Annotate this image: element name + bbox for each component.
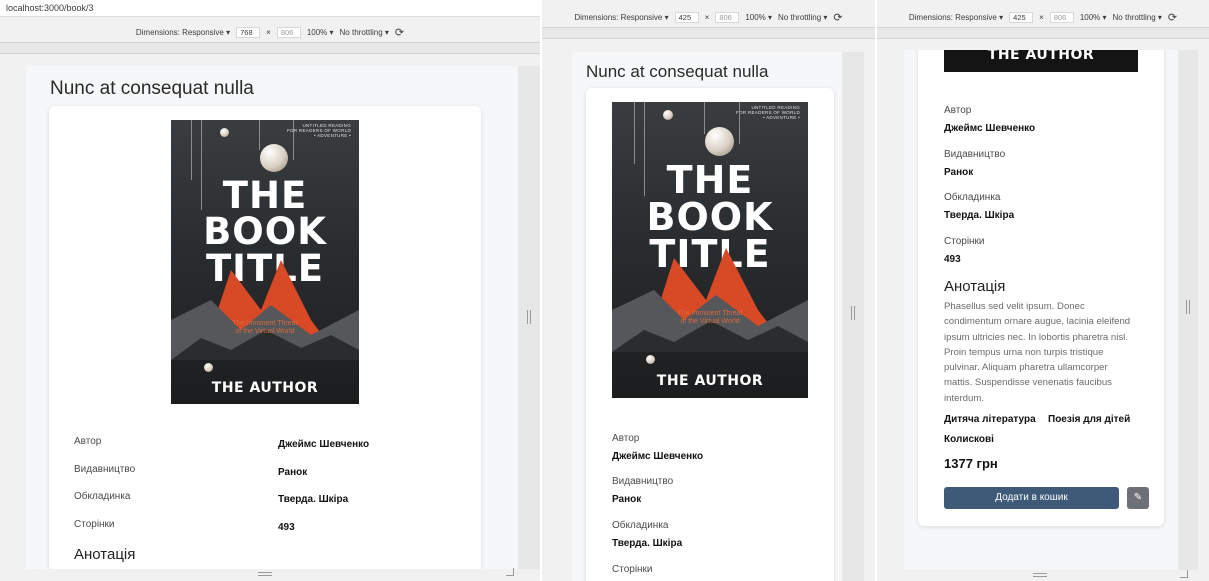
viewport: Nunc at consequat nulla UNTITLED READING…	[26, 66, 518, 569]
device-toolbar: Dimensions: Responsive ▾ 425 × 806 100% …	[877, 10, 1209, 25]
throttling-select[interactable]: No throttling ▾	[1113, 13, 1162, 22]
detail-label-publisher: Видавництво	[944, 149, 1006, 160]
genre-tag[interactable]: Колискові	[944, 434, 994, 445]
resize-corner[interactable]	[506, 568, 514, 576]
edit-button[interactable]: ✎	[1127, 487, 1149, 509]
height-input[interactable]: 806	[1049, 12, 1074, 23]
viewport: THE AUTHOR Автор Джеймс Шевченко Видавни…	[904, 50, 1178, 570]
pencil-icon: ✎	[1133, 492, 1143, 503]
book-card: UNTITLED READING FOR READERS OF WORLD • AD…	[586, 88, 834, 581]
devtools-panel-3: Dimensions: Responsive ▾ 425 × 806 100% …	[877, 0, 1209, 581]
sphere-decoration	[663, 110, 673, 120]
detail-value-pages: 493	[278, 522, 295, 533]
detail-label-pages: Сторінки	[612, 564, 653, 575]
width-input[interactable]: 425	[1009, 12, 1034, 23]
resize-handle-bottom[interactable]	[258, 572, 272, 576]
dimensions-select[interactable]: Dimensions: Responsive ▾	[136, 28, 230, 37]
detail-label-author: Автор	[612, 433, 640, 444]
detail-value-cover: Тверда. Шкіра	[278, 494, 349, 505]
devtools-panel-2: Dimensions: Responsive ▾ 425 × 806 100% …	[542, 0, 875, 581]
annotation-text: Phasellus sed velit ipsum. Donec condime…	[944, 301, 1131, 404]
book-card: THE AUTHOR Автор Джеймс Шевченко Видавни…	[918, 50, 1164, 526]
rotate-icon[interactable]: ⟳	[833, 11, 842, 24]
detail-label-pages: Сторінки	[74, 519, 115, 530]
times-sign: ×	[1039, 13, 1044, 22]
cover-subtitle: The Imminent Threat of the Virtual World	[677, 310, 743, 325]
cover-author: THE AUTHOR	[987, 50, 1095, 63]
detail-label-cover: Обкладинка	[944, 192, 1001, 203]
sphere-decoration	[705, 127, 734, 156]
book-cover: UNTITLED READING FOR READERS OF WORLD • AD…	[171, 120, 359, 404]
annotation-heading: Анотація	[74, 546, 136, 563]
book-cover: UNTITLED READING FOR READERS OF WORLD • AD…	[612, 102, 808, 398]
detail-label-cover: Обкладинка	[612, 520, 669, 531]
sphere-decoration	[220, 128, 229, 137]
devtools-panel-1: localhost:3000/book/3 Dimensions: Respon…	[0, 0, 540, 581]
detail-value-publisher: Ранок	[278, 467, 308, 478]
dimensions-select[interactable]: Dimensions: Responsive ▾	[574, 13, 668, 22]
width-input[interactable]: 768	[236, 27, 261, 38]
times-sign: ×	[266, 28, 271, 37]
viewport: Nunc at consequat nulla UNTITLED READING…	[572, 52, 860, 581]
height-input[interactable]: 806	[276, 27, 301, 38]
media-query-ruler	[0, 42, 540, 54]
detail-value-cover: Тверда. Шкіра	[944, 210, 1015, 221]
detail-value-publisher: Ранок	[612, 494, 642, 505]
height-input[interactable]: 806	[715, 12, 740, 23]
throttling-select[interactable]: No throttling ▾	[778, 13, 827, 22]
zoom-select[interactable]: 100% ▾	[1080, 13, 1107, 22]
cover-small-text: UNTITLED READING FOR READERS OF WORLD • AD…	[735, 105, 800, 120]
cover-author: THE AUTHOR	[211, 380, 319, 396]
detail-label-publisher: Видавництво	[612, 476, 674, 487]
add-to-cart-button[interactable]: Додати в кошик	[944, 487, 1119, 509]
width-input[interactable]: 425	[674, 12, 699, 23]
rotate-icon[interactable]: ⟳	[395, 26, 404, 39]
detail-value-author: Джеймс Шевченко	[278, 439, 370, 450]
genre-tag[interactable]: Поезія для дітей	[1048, 414, 1130, 425]
media-query-ruler	[877, 27, 1209, 39]
detail-label-cover: Обкладинка	[74, 491, 131, 502]
cover-author: THE AUTHOR	[656, 373, 764, 389]
detail-value-cover: Тверда. Шкіра	[612, 538, 683, 549]
mountain-art	[171, 260, 359, 360]
page-title: Nunc at consequat nulla	[586, 62, 769, 81]
zoom-select[interactable]: 100% ▾	[745, 13, 772, 22]
book-cover: THE AUTHOR	[944, 50, 1138, 72]
detail-value-author: Джеймс Шевченко	[612, 451, 704, 462]
detail-value-pages: 493	[944, 254, 961, 265]
annotation-heading: Анотація	[944, 278, 1006, 295]
genre-tag[interactable]: Дитяча література	[944, 414, 1036, 425]
address-bar[interactable]: localhost:3000/book/3	[0, 0, 540, 17]
sphere-decoration	[260, 144, 288, 172]
mountain-art	[612, 248, 808, 352]
dimensions-select[interactable]: Dimensions: Responsive ▾	[909, 13, 1003, 22]
cover-subtitle: The Imminent Threat of the Virtual World	[232, 320, 298, 335]
detail-label-pages: Сторінки	[944, 236, 985, 247]
detail-label-author: Автор	[944, 105, 972, 116]
cover-small-text: UNTITLED READING FOR READERS OF WORLD • AD…	[286, 123, 351, 138]
zoom-select[interactable]: 100% ▾	[307, 28, 334, 37]
resize-handle-right[interactable]	[518, 66, 540, 569]
times-sign: ×	[704, 13, 710, 22]
rotate-icon[interactable]: ⟳	[1168, 11, 1177, 24]
detail-value-publisher: Ранок	[944, 167, 974, 178]
book-card: UNTITLED READING FOR READERS OF WORLD • AD…	[49, 106, 481, 569]
throttling-select[interactable]: No throttling ▾	[340, 28, 389, 37]
media-query-ruler	[542, 27, 875, 39]
page-title: Nunc at consequat nulla	[50, 78, 254, 99]
detail-value-author: Джеймс Шевченко	[944, 123, 1036, 134]
detail-label-author: Автор	[74, 436, 102, 447]
resize-handle-bottom[interactable]	[1033, 573, 1047, 577]
device-toolbar: Dimensions: Responsive ▾ 768 × 806 100% …	[0, 25, 540, 40]
detail-label-publisher: Видавництво	[74, 464, 136, 475]
device-toolbar: Dimensions: Responsive ▾ 425 × 806 100% …	[542, 10, 875, 25]
resize-corner[interactable]	[1180, 570, 1188, 578]
resize-handle-right[interactable]	[842, 52, 864, 581]
price: 1377 грн	[944, 456, 998, 471]
resize-handle-right[interactable]	[1178, 50, 1198, 570]
